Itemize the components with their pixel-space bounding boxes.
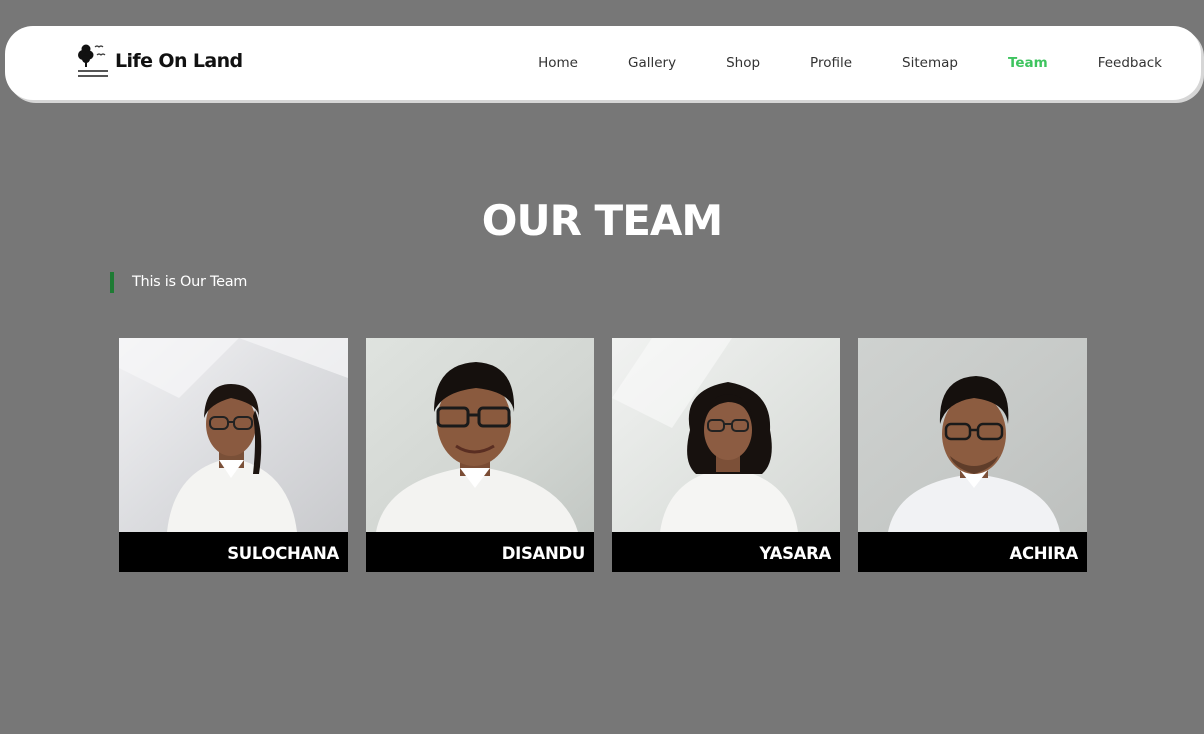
member-name: SULOCHANA: [119, 532, 348, 572]
member-name: YASARA: [612, 532, 840, 572]
member-photo: [119, 338, 348, 532]
navbar: Life On Land Home Gallery Shop Profile S…: [5, 26, 1201, 100]
team-card-achira: ACHIRA: [858, 338, 1087, 572]
team-card-sulochana: SULOCHANA: [119, 338, 348, 572]
team-grid: SULOCHANA DISANDU YASARA ACHIRA: [119, 338, 1087, 572]
nav-shop[interactable]: Shop: [726, 55, 760, 71]
nav-profile[interactable]: Profile: [810, 55, 852, 71]
member-name: ACHIRA: [858, 532, 1087, 572]
member-photo: [366, 338, 594, 532]
member-name: DISANDU: [366, 532, 594, 572]
member-photo: [858, 338, 1087, 532]
page-title: OUR TEAM: [481, 196, 723, 245]
nav-sitemap[interactable]: Sitemap: [902, 55, 958, 71]
nav-home[interactable]: Home: [538, 55, 578, 71]
team-card-disandu: DISANDU: [366, 338, 594, 572]
tree-birds-logo-icon: [78, 44, 108, 77]
main-nav: Home Gallery Shop Profile Sitemap Team F…: [538, 26, 1162, 100]
team-card-yasara: YASARA: [612, 338, 840, 572]
member-photo: [612, 338, 840, 532]
nav-team[interactable]: Team: [1008, 55, 1048, 71]
nav-gallery[interactable]: Gallery: [628, 55, 676, 71]
page-subtitle: This is Our Team: [110, 272, 247, 293]
nav-feedback[interactable]: Feedback: [1098, 55, 1162, 71]
brand-name: Life On Land: [115, 50, 243, 72]
brand-logo[interactable]: Life On Land: [77, 41, 243, 81]
